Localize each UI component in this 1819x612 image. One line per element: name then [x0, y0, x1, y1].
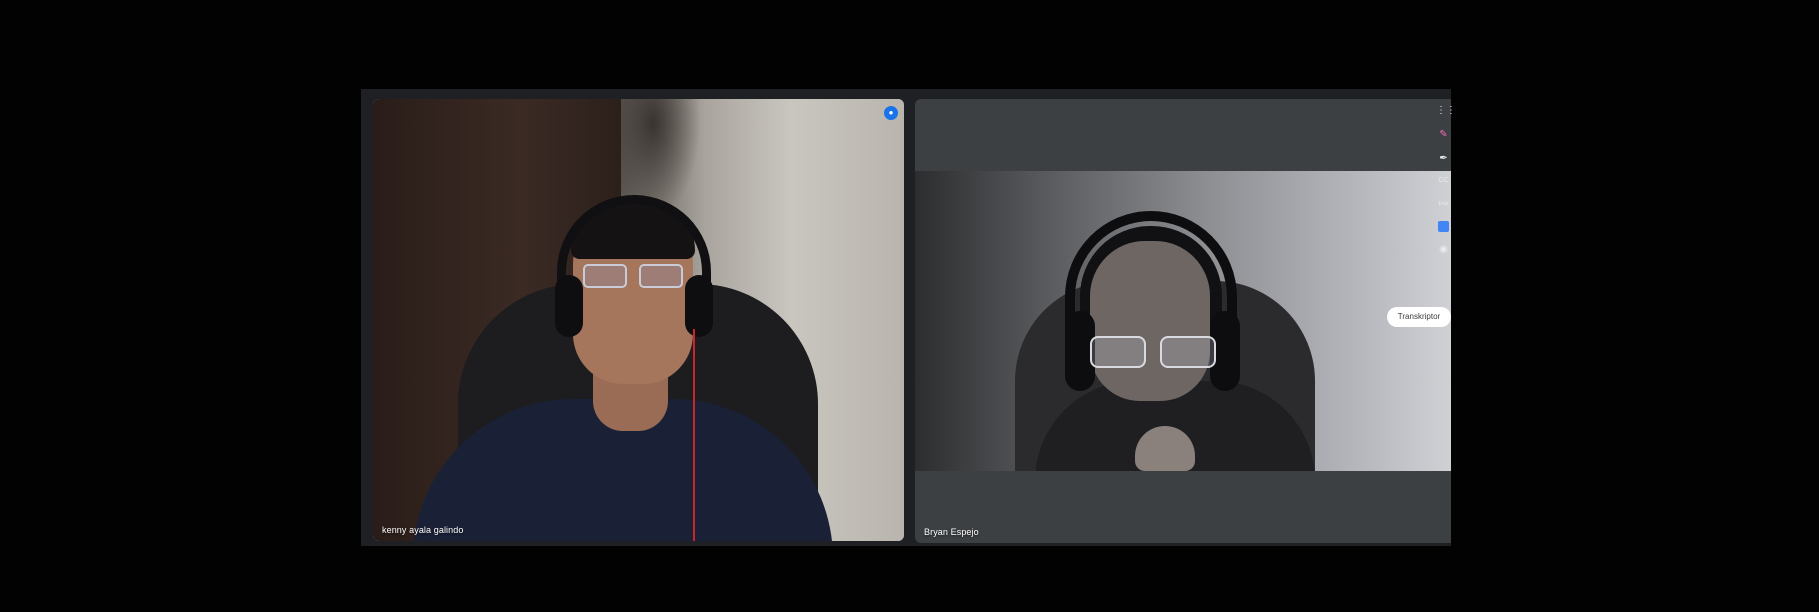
participant-tile-bryan[interactable]: Transkriptor Bryan Espejo [915, 99, 1451, 543]
document-icon[interactable] [1436, 219, 1451, 235]
participant-video [915, 171, 1451, 471]
closed-captions-icon[interactable]: CC [1436, 173, 1451, 189]
apps-grid-icon[interactable]: ⋮⋮ [1436, 103, 1456, 119]
glasses [583, 264, 683, 290]
pen-icon[interactable]: ✒ [1436, 151, 1451, 167]
draw-icon[interactable]: ✎ [1436, 127, 1451, 143]
language-icon[interactable]: Engl [1436, 196, 1451, 212]
participant-tile-kenny[interactable]: ● kenny ayala galindo [373, 99, 904, 541]
camera-icon[interactable]: ◉ [1436, 242, 1451, 258]
pin-icon[interactable]: ● [884, 106, 898, 120]
glasses [1090, 336, 1220, 370]
participant-name: Bryan Espejo [924, 527, 979, 537]
meet-window: ● kenny ayala galindo Transkriptor Bryan… [361, 89, 1456, 546]
transkriptor-button[interactable]: Transkriptor [1387, 307, 1451, 327]
participant-name: kenny ayala galindo [382, 525, 464, 535]
side-toolbar: ⋮⋮ ✎ ✒ CC Engl ◉ [1436, 99, 1456, 259]
